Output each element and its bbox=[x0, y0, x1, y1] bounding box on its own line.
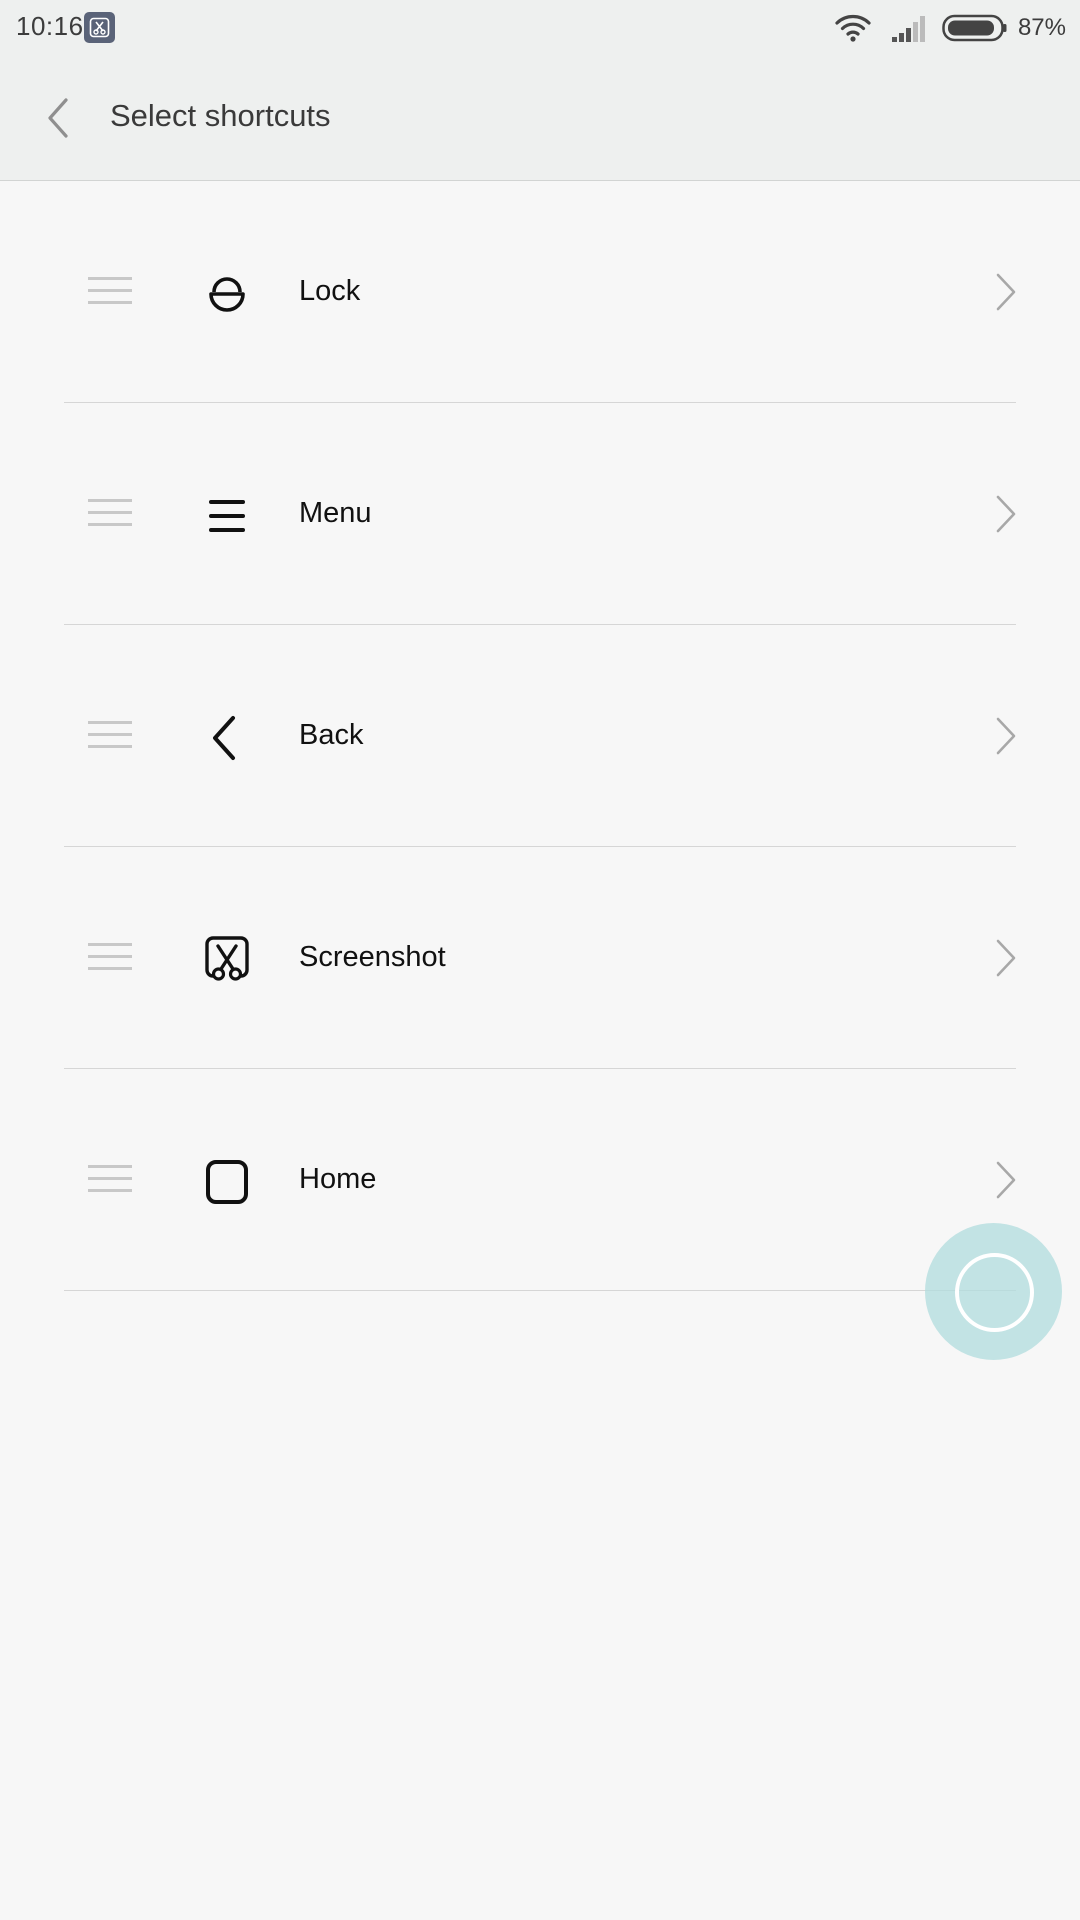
drag-handle-icon[interactable] bbox=[88, 943, 132, 971]
chevron-right-icon bbox=[996, 273, 1016, 311]
status-bar: 10:16 87% bbox=[0, 0, 1080, 56]
shortcut-item-screenshot[interactable]: Screenshot bbox=[0, 847, 1080, 1069]
chevron-left-icon bbox=[48, 98, 68, 138]
chevron-right-icon bbox=[996, 939, 1016, 977]
chevron-right-icon bbox=[996, 717, 1016, 755]
drag-handle-icon[interactable] bbox=[88, 277, 132, 305]
shortcut-label: Menu bbox=[299, 497, 372, 529]
screenshot-icon bbox=[205, 936, 249, 981]
lock-icon bbox=[209, 277, 245, 312]
shortcut-item-home[interactable]: Home bbox=[0, 1069, 1080, 1291]
shortcut-item-lock[interactable]: Lock bbox=[0, 181, 1080, 403]
shortcut-label: Home bbox=[299, 1163, 377, 1195]
battery-percent: 87% bbox=[1017, 14, 1066, 41]
status-time: 10:16 bbox=[16, 11, 84, 41]
status-indicators: 87% bbox=[834, 10, 1066, 46]
shortcut-label: Back bbox=[299, 719, 364, 751]
home-icon bbox=[206, 1160, 248, 1204]
back-button[interactable] bbox=[36, 88, 80, 148]
back-icon bbox=[213, 716, 235, 760]
page-title: Select shortcuts bbox=[110, 98, 331, 133]
menu-icon bbox=[209, 500, 245, 532]
divider bbox=[64, 1290, 1016, 1291]
floating-quick-ball-button[interactable] bbox=[925, 1223, 1062, 1360]
chevron-right-icon bbox=[996, 1161, 1016, 1199]
wifi-icon bbox=[835, 15, 871, 42]
screenshot-notification-icon bbox=[84, 12, 115, 43]
battery-icon bbox=[942, 14, 1007, 42]
shortcut-item-back[interactable]: Back bbox=[0, 625, 1080, 847]
ring-icon bbox=[955, 1253, 1034, 1332]
drag-handle-icon[interactable] bbox=[88, 1165, 132, 1193]
screen: 10:16 87% Select shortcuts Lock Menu Bac… bbox=[0, 0, 1080, 1920]
shortcut-label: Screenshot bbox=[299, 941, 446, 973]
drag-handle-icon[interactable] bbox=[88, 721, 132, 749]
shortcut-list: Lock Menu Back Screenshot Home bbox=[0, 181, 1080, 1291]
drag-handle-icon[interactable] bbox=[88, 499, 132, 527]
chevron-right-icon bbox=[996, 495, 1016, 533]
shortcut-item-menu[interactable]: Menu bbox=[0, 403, 1080, 625]
app-header: Select shortcuts bbox=[0, 56, 1080, 181]
cell-signal-icon bbox=[891, 16, 925, 42]
shortcut-label: Lock bbox=[299, 275, 361, 307]
